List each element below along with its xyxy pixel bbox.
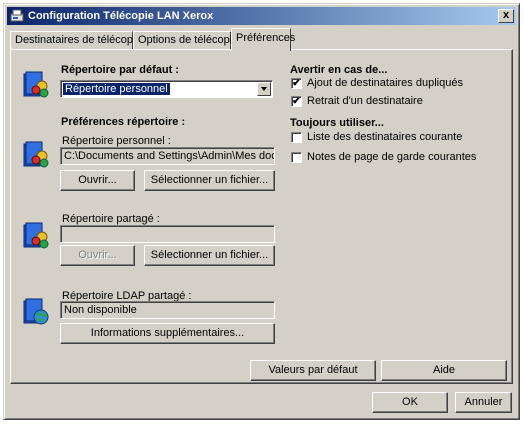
duplicate-recipients-checkbox[interactable]: ✔ — [291, 78, 302, 89]
shared-select-file-button[interactable]: Sélectionner un fichier... — [144, 245, 275, 266]
remove-recipient-label: Retrait d'un destinataire — [307, 95, 423, 107]
ok-button[interactable]: OK — [372, 392, 448, 413]
current-recipients-checkbox[interactable] — [291, 132, 302, 143]
personal-open-button[interactable]: Ouvrir... — [60, 170, 135, 191]
warn-heading: Avertir en cas de... — [290, 64, 388, 76]
dir-prefs-heading: Préférences répertoire : — [61, 116, 186, 128]
current-recipients-label: Liste des destinataires courante — [307, 131, 463, 143]
tab-label: Options de télécopie — [138, 34, 239, 46]
personal-dir-label: Répertoire personnel : — [62, 135, 171, 147]
window-title: Configuration Télécopie LAN Xerox — [28, 10, 214, 22]
default-dir-heading: Répertoire par défaut : — [61, 64, 179, 76]
default-dir-value: Répertoire personnel — [63, 83, 170, 95]
duplicate-recipients-label: Ajout de destinataires dupliqués — [307, 77, 463, 89]
personal-directory-icon — [23, 141, 49, 168]
default-dir-select[interactable]: Répertoire personnel — [60, 80, 273, 98]
remove-recipient-checkbox[interactable]: ✔ — [291, 96, 302, 107]
cover-notes-label: Notes de page de garde courantes — [307, 151, 477, 163]
tab-label: Préférences — [236, 32, 296, 44]
close-icon: x — [502, 9, 510, 21]
cover-notes-checkbox[interactable] — [291, 152, 302, 163]
help-button[interactable]: Aide — [381, 360, 507, 381]
fax-app-icon — [10, 9, 24, 22]
shared-dir-path[interactable] — [60, 225, 275, 243]
ldap-dir-value: Non disponible — [60, 301, 275, 319]
personal-select-file-button[interactable]: Sélectionner un fichier... — [144, 170, 275, 191]
tab-destinataires[interactable]: Destinataires de télécopie — [10, 31, 142, 50]
ldap-directory-icon — [23, 298, 49, 325]
more-info-button[interactable]: Informations supplémentaires... — [60, 323, 275, 344]
always-heading: Toujours utiliser... — [290, 117, 384, 129]
tab-preferences[interactable]: Préférences — [231, 28, 295, 51]
personal-dir-path[interactable]: C:\Documents and Settings\Admin\Mes docu… — [60, 147, 275, 165]
cancel-button[interactable]: Annuler — [455, 392, 512, 413]
shared-open-button[interactable]: Ouvrir... — [60, 245, 135, 266]
close-button[interactable]: x — [498, 9, 514, 23]
title-bar: Configuration Télécopie LAN Xerox x — [7, 7, 516, 25]
shared-dir-label: Répertoire partagé : — [62, 213, 160, 225]
phonebook-icon — [23, 71, 49, 98]
chevron-down-icon[interactable] — [257, 82, 271, 96]
shared-directory-icon — [23, 222, 49, 249]
tab-options[interactable]: Options de télécopie — [133, 31, 238, 50]
tab-label: Destinataires de télécopie — [15, 34, 142, 46]
defaults-button[interactable]: Valeurs par défaut — [250, 360, 376, 381]
